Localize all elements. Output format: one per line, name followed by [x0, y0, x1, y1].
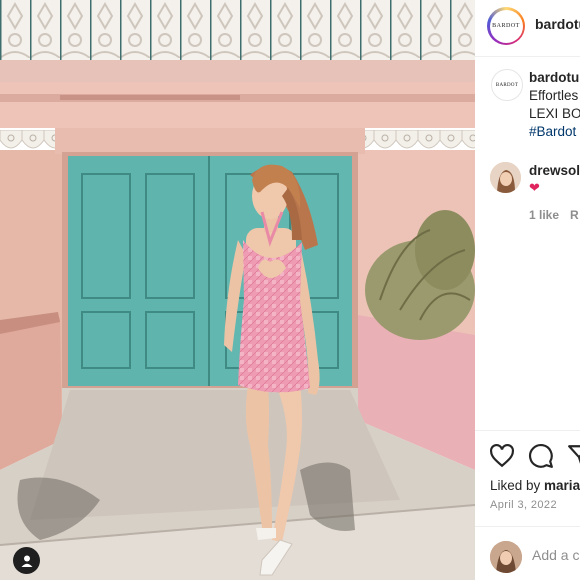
- post-side-panel: BARDOT bardotu BARDOT bardotu Effortles …: [475, 0, 580, 580]
- comment-bubble-icon[interactable]: [528, 443, 554, 469]
- comment-like-count[interactable]: 1 like: [529, 208, 559, 222]
- post-date[interactable]: April 3, 2022: [490, 499, 557, 511]
- comment-reply-link[interactable]: R: [570, 208, 579, 222]
- current-user-avatar: [490, 541, 522, 573]
- caption-hashtag[interactable]: #Bardot: [529, 123, 580, 141]
- post-photo[interactable]: [0, 0, 475, 580]
- caption-line-2: LEXI BO: [529, 106, 580, 121]
- comment-username[interactable]: drewsol: [529, 163, 580, 178]
- caption-avatar[interactable]: BARDOT: [491, 69, 523, 101]
- caption: BARDOT bardotu Effortles LEXI BO #Bardot: [475, 57, 580, 157]
- comment-meta: 1 like R: [529, 208, 580, 222]
- user-tag-icon: [21, 555, 32, 567]
- photo-illustration: [0, 0, 475, 580]
- caption-line-1: Effortles: [529, 88, 579, 103]
- account-username[interactable]: bardotu: [535, 16, 580, 32]
- caption-username[interactable]: bardotu: [529, 69, 580, 87]
- liked-by: Liked by maria: [490, 478, 580, 493]
- add-comment-input[interactable]: [532, 547, 580, 563]
- add-comment-bar: [475, 526, 580, 580]
- comment: drewsol ❤ 1 like R: [475, 157, 580, 227]
- heart-outline-icon[interactable]: [489, 443, 515, 469]
- post-actions: Liked by maria April 3, 2022: [475, 430, 580, 526]
- account-avatar[interactable]: BARDOT: [487, 7, 525, 45]
- tagged-users-button[interactable]: [13, 547, 40, 574]
- post-header: BARDOT bardotu: [475, 0, 580, 57]
- avatar-brand-text: BARDOT: [492, 23, 520, 29]
- liked-by-user[interactable]: maria: [544, 478, 580, 493]
- paper-plane-icon[interactable]: [567, 443, 580, 469]
- commenter-photo: [490, 162, 521, 193]
- liked-by-prefix: Liked by: [490, 478, 545, 493]
- comment-heart-emoji: ❤: [529, 180, 540, 195]
- commenter-avatar[interactable]: [490, 162, 521, 193]
- caption-avatar-text: BARDOT: [495, 82, 519, 88]
- current-user-photo: [490, 541, 522, 573]
- caption-text: bardotu Effortles LEXI BO #Bardot: [529, 69, 580, 141]
